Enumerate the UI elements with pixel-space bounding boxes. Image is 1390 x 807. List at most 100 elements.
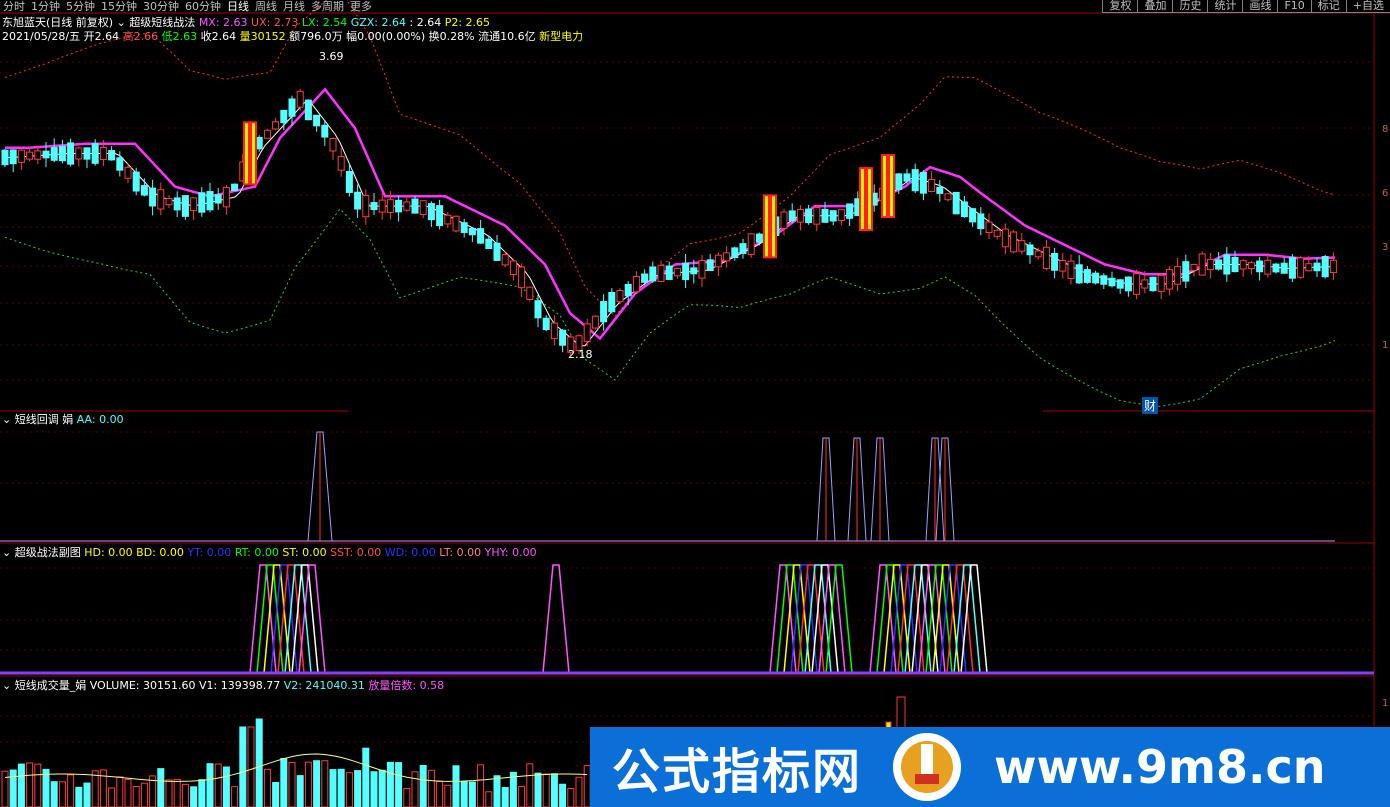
- period-tab[interactable]: 15分钟: [98, 0, 140, 14]
- volume-bar: [214, 763, 222, 807]
- panel3-lt: LT: 0.00: [439, 546, 482, 559]
- indicator-name[interactable]: 超级短线战法: [129, 16, 195, 29]
- candle: [58, 145, 66, 162]
- mx-value: MX: 2.63: [198, 16, 248, 29]
- candle: [542, 317, 550, 331]
- volume-bar: [296, 775, 304, 807]
- period-tab[interactable]: 分时: [0, 0, 28, 14]
- panel3-name[interactable]: 超级战法副图: [15, 546, 81, 559]
- panel4-name[interactable]: 短线成交量_娟: [15, 679, 87, 692]
- volume-bar: [460, 780, 468, 807]
- volume-bar: [17, 763, 25, 807]
- candle: [649, 266, 657, 282]
- panel-toggle-icon[interactable]: ⌄: [2, 546, 11, 559]
- candle: [83, 147, 91, 160]
- candle: [723, 252, 731, 262]
- volume-bar: [419, 764, 427, 807]
- period-tab[interactable]: 60分钟: [182, 0, 224, 14]
- volume-bar: [313, 760, 321, 807]
- panel3-rt: RT: 0.00: [234, 546, 279, 559]
- candle: [1116, 279, 1124, 289]
- vol-value: 30152: [250, 30, 286, 43]
- candle: [919, 172, 927, 194]
- panel3-bd: BD: 0.00: [136, 546, 184, 559]
- candle: [1215, 259, 1223, 270]
- candle: [99, 146, 107, 161]
- toolbar-button[interactable]: 复权: [1102, 0, 1138, 13]
- candle: [460, 222, 468, 233]
- float-value: 流通10.6亿: [478, 30, 536, 43]
- candle: [140, 185, 148, 196]
- candle: [272, 121, 280, 130]
- candle: [34, 150, 42, 160]
- period-tab[interactable]: 月线: [280, 0, 308, 14]
- watermark-title: 公式指标网: [612, 744, 863, 800]
- volume-bar: [411, 771, 419, 807]
- stock-name[interactable]: 东旭蓝天(日线 前复权): [2, 16, 113, 29]
- p2-value: P2: 2.65: [444, 16, 491, 29]
- candle: [682, 262, 690, 281]
- volume-bar: [42, 768, 50, 807]
- period-tab[interactable]: 日线: [224, 0, 252, 14]
- period-tab[interactable]: 30分钟: [140, 0, 182, 14]
- candle: [1059, 260, 1067, 272]
- volume-bar: [272, 781, 280, 807]
- candle: [116, 157, 124, 171]
- candle: [1108, 277, 1116, 287]
- toolbar-button[interactable]: F10: [1277, 0, 1311, 13]
- period-tab[interactable]: 5分钟: [63, 0, 98, 14]
- candle: [673, 267, 681, 277]
- change-value: 幅0.00(0.00%): [346, 30, 426, 43]
- candle: [1141, 279, 1149, 289]
- panel2-header: ⌄ 短线回调 娟 AA: 0.00: [2, 413, 124, 426]
- candle: [124, 166, 132, 179]
- panel-toggle-icon[interactable]: ⌄: [2, 679, 11, 692]
- panel4-volume: VOLUME: 30151.60: [89, 679, 196, 692]
- panel2-name[interactable]: 短线回调 娟: [15, 413, 74, 426]
- toolbar-button[interactable]: 标记: [1310, 0, 1346, 13]
- candle: [550, 322, 558, 340]
- candle: [1264, 259, 1272, 275]
- panel3-wd: WD: 0.00: [384, 546, 436, 559]
- sector-value[interactable]: 新型电力: [539, 30, 583, 43]
- candle: [1001, 228, 1009, 248]
- period-tab[interactable]: 周线: [252, 0, 280, 14]
- period-tab[interactable]: 多周期: [308, 0, 347, 14]
- period-tab[interactable]: 更多: [347, 0, 375, 14]
- candle: [993, 229, 1001, 237]
- candle: [1231, 256, 1239, 273]
- candle: [903, 173, 911, 182]
- toolbar-button[interactable]: 画线: [1242, 0, 1278, 13]
- candle: [329, 138, 337, 152]
- candle: [403, 201, 411, 211]
- open-label: 开: [83, 30, 95, 43]
- panel3-hd: HD: 0.00: [84, 546, 133, 559]
- axis-label: 1: [1382, 698, 1389, 709]
- panel-toggle-icon[interactable]: ⌄: [2, 413, 11, 426]
- volume-bar: [132, 786, 140, 807]
- chevron-down-icon[interactable]: ⌄: [117, 16, 126, 29]
- volume-bar: [345, 772, 353, 807]
- axis-label: 8: [1382, 124, 1389, 135]
- period-tab[interactable]: 1分钟: [28, 0, 63, 14]
- candle: [75, 147, 83, 160]
- candle: [1239, 260, 1247, 270]
- volume-bar: [452, 765, 460, 807]
- candle: [91, 143, 99, 164]
- colon-value: : 2.64: [409, 16, 442, 29]
- candle: [296, 90, 304, 108]
- candle: [9, 149, 17, 165]
- volume-bar: [157, 768, 165, 807]
- toolbar-button[interactable]: +自选: [1345, 0, 1390, 13]
- volume-bar: [493, 775, 501, 807]
- candle: [1157, 274, 1165, 292]
- candle: [600, 301, 608, 323]
- toolbar-button[interactable]: 历史: [1172, 0, 1208, 13]
- finance-badge[interactable]: 财: [1142, 397, 1159, 414]
- candle: [1075, 264, 1083, 284]
- toolbar-button[interactable]: 统计: [1207, 0, 1243, 13]
- panel3-sst: SST: 0.00: [330, 546, 382, 559]
- candle: [411, 198, 419, 214]
- toolbar-button[interactable]: 叠加: [1137, 0, 1173, 13]
- candle: [1010, 231, 1018, 253]
